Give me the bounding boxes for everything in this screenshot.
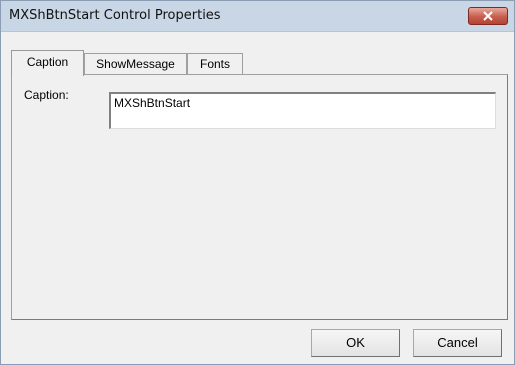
tab-fonts[interactable]: Fonts [187,53,243,74]
title-bar[interactable]: MXShBtnStart Control Properties [1,1,514,32]
tab-showmessage-label: ShowMessage [96,57,175,71]
close-icon [483,11,493,21]
tab-caption-label: Caption [26,55,69,69]
tab-caption[interactable]: Caption [11,50,84,76]
caption-input[interactable]: MXShBtnStart [109,92,496,129]
ok-button[interactable]: OK [311,329,400,357]
dialog-window: MXShBtnStart Control Properties Caption … [0,0,515,365]
tab-showmessage[interactable]: ShowMessage [84,53,187,74]
caption-field-label: Caption: [24,88,69,102]
tab-fonts-label: Fonts [199,57,230,71]
window-title: MXShBtnStart Control Properties [9,8,221,23]
cancel-button[interactable]: Cancel [413,329,502,357]
close-button[interactable] [468,7,508,25]
